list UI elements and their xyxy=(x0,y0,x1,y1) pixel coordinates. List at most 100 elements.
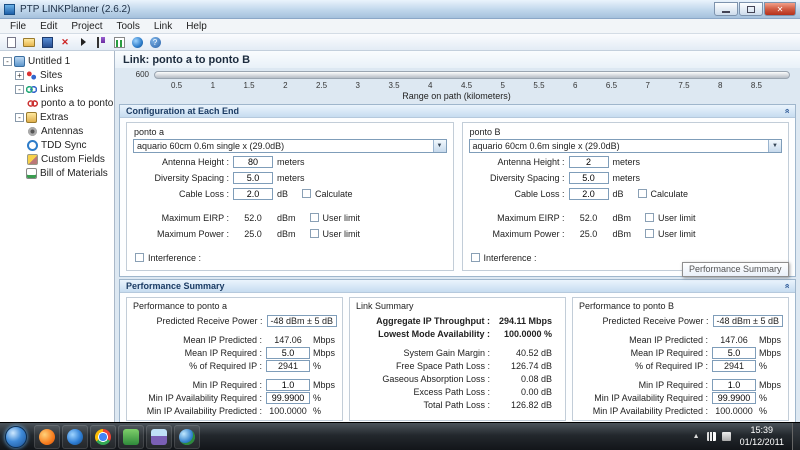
taskbar-item-google-earth[interactable] xyxy=(174,424,200,449)
min-ip-availability-required-label: Min IP Availability Required : xyxy=(148,392,262,403)
x-tick-label: 1.5 xyxy=(243,81,255,90)
collapse-chevron-icon[interactable]: » xyxy=(781,283,791,288)
max-eirp-value-a: 52.0 xyxy=(244,212,262,223)
diversity-spacing-input-b[interactable] xyxy=(568,171,609,184)
menu-project[interactable]: Project xyxy=(64,21,109,32)
eirp-user-limit-checkbox-a[interactable] xyxy=(309,213,319,222)
pointer-icon[interactable] xyxy=(76,36,90,49)
expand-icon[interactable]: + xyxy=(15,70,24,80)
title-bar[interactable]: PTP LINKPlanner (2.6.2) ✕ xyxy=(0,0,800,19)
minimize-button[interactable] xyxy=(714,2,738,16)
tree-item-tdd-sync[interactable]: TDD Sync xyxy=(27,138,114,152)
antenna-select-a[interactable]: aquario 60cm 0.6m single x (29.0dB) ▼ xyxy=(133,139,447,153)
system-tray: ▲ 15:39 01/12/2011 xyxy=(689,422,800,450)
calculate-checkbox-a[interactable] xyxy=(302,189,312,198)
unit-label: dBm xyxy=(612,212,632,223)
min-ip-required-input-b[interactable] xyxy=(712,378,756,391)
tree-item-untitled[interactable]: - Untitled 1 xyxy=(3,54,114,68)
tree-item-bill-of-materials[interactable]: Bill of Materials xyxy=(15,166,114,180)
menu-help[interactable]: Help xyxy=(179,21,214,32)
globe-icon[interactable] xyxy=(130,36,144,49)
taskbar-item-chrome[interactable] xyxy=(90,424,116,449)
performance-summary-header[interactable]: Performance Summary » xyxy=(120,280,795,293)
y-tick-label: 600 xyxy=(135,70,149,79)
free-space-path-loss-label: Free Space Path Loss : xyxy=(395,360,490,371)
tree-label-sites: Sites xyxy=(40,69,63,81)
unit-label: % xyxy=(313,392,322,403)
taskbar-clock[interactable]: 15:39 01/12/2011 xyxy=(740,425,784,448)
open-folder-icon[interactable] xyxy=(22,36,36,49)
min-ip-availability-required-input-b[interactable] xyxy=(712,391,756,404)
interference-checkbox-a[interactable] xyxy=(135,253,144,262)
menu-link[interactable]: Link xyxy=(147,21,179,32)
calculate-checkbox-b[interactable] xyxy=(637,189,647,198)
save-icon[interactable] xyxy=(40,36,54,49)
min-ip-required-input-a[interactable] xyxy=(266,378,310,391)
menu-tools[interactable]: Tools xyxy=(109,21,146,32)
toolbar: ✕ ? xyxy=(0,34,800,51)
taskbar-item-image-viewer[interactable] xyxy=(146,424,172,449)
chevron-down-icon[interactable]: ▼ xyxy=(432,140,446,152)
taskbar-item-green-app[interactable] xyxy=(118,424,144,449)
predicted-receive-power-value: -48 dBm ± 5 dB xyxy=(266,314,337,327)
configuration-section-header[interactable]: Configuration at Each End » xyxy=(120,105,795,118)
chart-scrollbar[interactable] xyxy=(154,70,790,79)
end-name-a: ponto a xyxy=(134,127,165,137)
chevron-down-icon[interactable]: ▼ xyxy=(768,140,781,152)
total-path-loss-label: Total Path Loss : xyxy=(423,399,490,410)
menu-edit[interactable]: Edit xyxy=(33,21,64,32)
unit-label: dB xyxy=(277,188,289,199)
mean-ip-required-input-b[interactable] xyxy=(712,346,756,359)
pct-of-required-ip-value: 2941 xyxy=(712,359,756,372)
min-ip-availability-required-input-a[interactable] xyxy=(266,391,310,404)
antenna-select-b[interactable]: aquario 60cm 0.6m single x (29.0dB) ▼ xyxy=(468,139,782,153)
collapse-chevron-icon[interactable]: » xyxy=(781,108,791,113)
antenna-height-input-b[interactable] xyxy=(568,155,609,168)
menu-bar: File Edit Project Tools Link Help xyxy=(0,19,800,34)
windows-taskbar: ▲ 15:39 01/12/2011 xyxy=(0,422,800,450)
antenna-height-input-a[interactable] xyxy=(233,155,273,168)
collapse-icon[interactable]: - xyxy=(3,56,12,66)
chart-x-axis: 0.5 1 1.5 2 2.5 3 3.5 4 4.5 5 5.5 6 6.5 … xyxy=(171,81,762,90)
volume-icon[interactable] xyxy=(721,432,731,441)
menu-file[interactable]: File xyxy=(3,21,33,32)
taskbar-item-firefox[interactable] xyxy=(34,424,60,449)
show-desktop-button[interactable] xyxy=(792,422,800,450)
tree-item-sites[interactable]: + Sites xyxy=(15,68,114,82)
delete-icon[interactable]: ✕ xyxy=(58,36,72,49)
unit-label: Mbps xyxy=(313,334,336,345)
cable-loss-input-a[interactable] xyxy=(233,187,273,200)
help-icon[interactable]: ? xyxy=(148,36,162,49)
new-project-icon[interactable] xyxy=(4,36,18,49)
collapse-icon[interactable]: - xyxy=(15,84,24,94)
network-icon[interactable] xyxy=(706,432,716,441)
tree-item-antennas[interactable]: Antennas xyxy=(27,124,114,138)
bill-of-materials-icon xyxy=(26,167,37,179)
cable-loss-input-b[interactable] xyxy=(568,187,609,200)
x-tick-label: 0.5 xyxy=(171,81,183,90)
mean-ip-required-input-a[interactable] xyxy=(266,346,310,359)
tree-item-extras[interactable]: - Extras xyxy=(15,110,114,124)
tree-item-links[interactable]: - Links xyxy=(15,82,114,96)
collapse-icon[interactable]: - xyxy=(15,112,24,122)
tree-item-custom-fields[interactable]: Custom Fields xyxy=(27,152,114,166)
interference-checkbox-b[interactable] xyxy=(470,253,480,262)
taskbar-item-internet-explorer[interactable] xyxy=(62,424,88,449)
x-tick-label: 2 xyxy=(283,81,288,90)
flag-icon[interactable] xyxy=(94,36,108,49)
tree-label-extras: Extras xyxy=(40,111,69,123)
hidden-icons-button[interactable]: ▲ xyxy=(693,433,700,440)
section-title: Configuration at Each End xyxy=(126,106,240,116)
start-button[interactable] xyxy=(5,425,27,448)
config-panel-ponto-a: ponto a aquario 60cm 0.6m single x (29.0… xyxy=(126,122,454,271)
chart-icon[interactable] xyxy=(112,36,126,49)
power-user-limit-checkbox-a[interactable] xyxy=(309,229,319,238)
maximize-button[interactable] xyxy=(739,2,763,16)
power-user-limit-checkbox-b[interactable] xyxy=(645,229,655,238)
tree-item-link-ponto-a-to-ponto-b[interactable]: ponto a to ponto B xyxy=(27,96,114,110)
eirp-user-limit-checkbox-b[interactable] xyxy=(645,213,655,222)
x-tick-label: 1 xyxy=(210,81,216,90)
unit-label: Mbps xyxy=(313,379,336,390)
close-button[interactable]: ✕ xyxy=(764,2,796,16)
diversity-spacing-input-a[interactable] xyxy=(233,171,273,184)
